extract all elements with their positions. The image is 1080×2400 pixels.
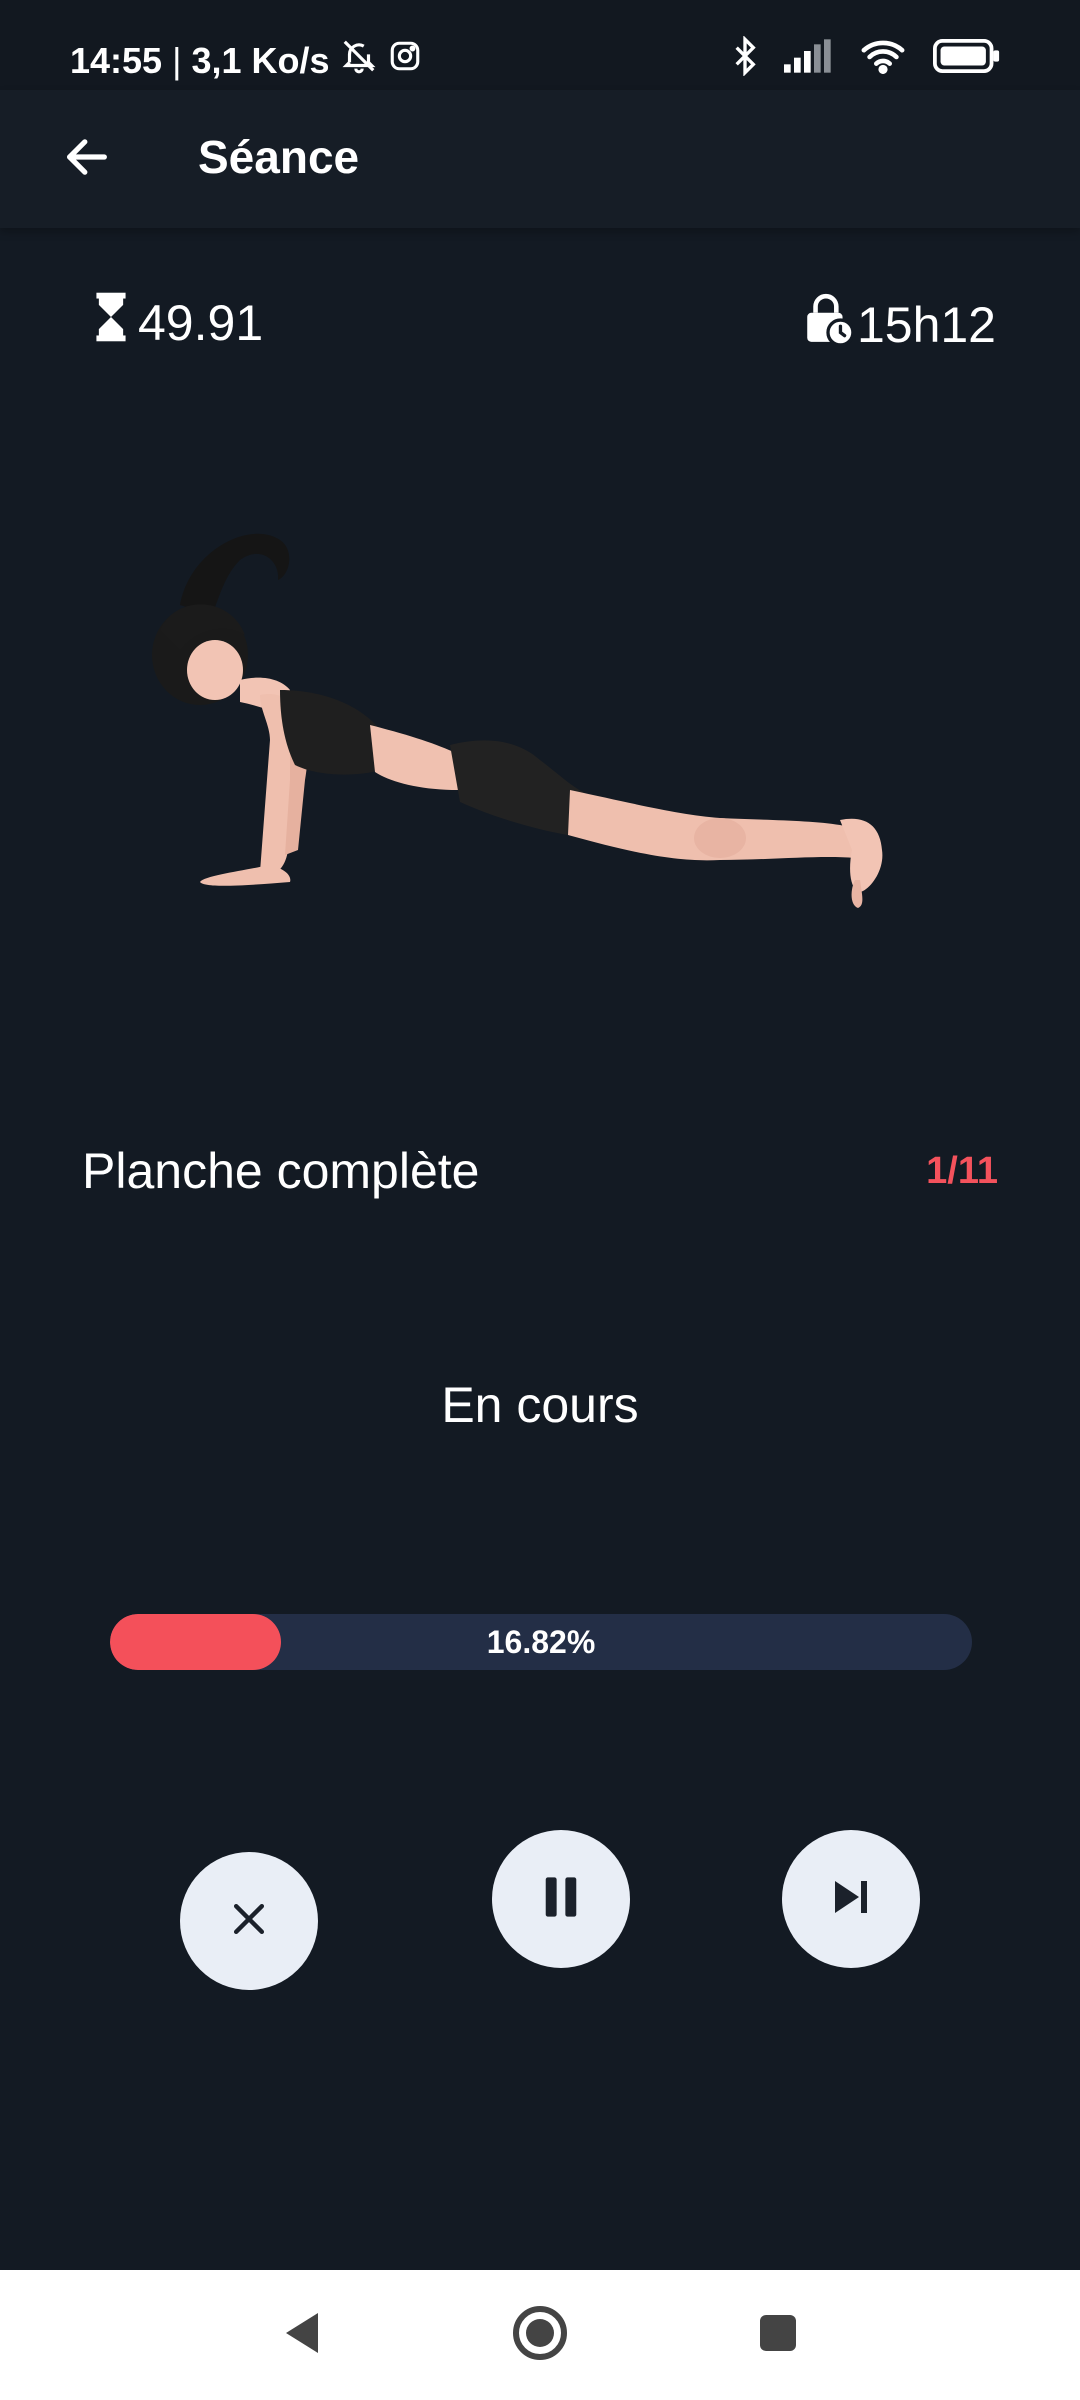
signal-icon [784, 39, 834, 78]
wifi-icon [860, 38, 906, 79]
hourglass-icon [94, 292, 128, 354]
progress-label: 16.82% [486, 1624, 596, 1660]
pause-button[interactable] [492, 1830, 630, 1968]
timer-stat: 49.91 [94, 292, 263, 354]
nav-back-button[interactable] [242, 2270, 362, 2400]
progress-bar: 16.82% [110, 1614, 972, 1670]
exercise-name: Planche complète [82, 1143, 480, 1199]
status-time: 14:55 [70, 39, 163, 81]
bell-off-icon [340, 36, 378, 85]
exercise-counter: 1/11 [926, 1150, 998, 1192]
battery-icon [932, 39, 1002, 78]
lock-clock-icon [803, 292, 855, 358]
screen: 14:55 | 3,1 Ko/s Séance 49.91 15h12 Plan… [0, 0, 1080, 2400]
status-left: 14:55 | 3,1 Ko/s [70, 36, 422, 85]
status-network-speed: 3,1 Ko/s [191, 39, 330, 81]
nav-home-button[interactable] [480, 2270, 600, 2400]
pause-icon [539, 1873, 583, 1926]
status-right [732, 35, 1002, 81]
instagram-icon [388, 39, 422, 82]
navigation-bar [0, 2270, 1080, 2400]
nav-home-icon [512, 2305, 568, 2366]
nav-back-icon [282, 2311, 322, 2360]
plank-figure [120, 520, 960, 960]
nav-recents-button[interactable] [718, 2270, 838, 2400]
status-separator: | [172, 39, 182, 81]
close-button[interactable] [180, 1852, 318, 1990]
timer-value: 49.91 [138, 295, 264, 351]
bluetooth-icon [732, 35, 758, 81]
clock-stat: 15h12 [803, 292, 996, 358]
exercise-state: En cours [441, 1377, 639, 1433]
skip-next-icon [829, 1875, 873, 1924]
app-bar: Séance [0, 90, 1080, 228]
arrow-left-icon [61, 131, 113, 188]
close-icon [227, 1897, 271, 1946]
skip-next-button[interactable] [782, 1830, 920, 1968]
nav-recents-icon [758, 2313, 798, 2358]
status-bar: 14:55 | 3,1 Ko/s [0, 0, 1080, 90]
page-title: Séance [198, 131, 360, 183]
back-button[interactable] [40, 112, 134, 206]
clock-value: 15h12 [856, 297, 996, 353]
